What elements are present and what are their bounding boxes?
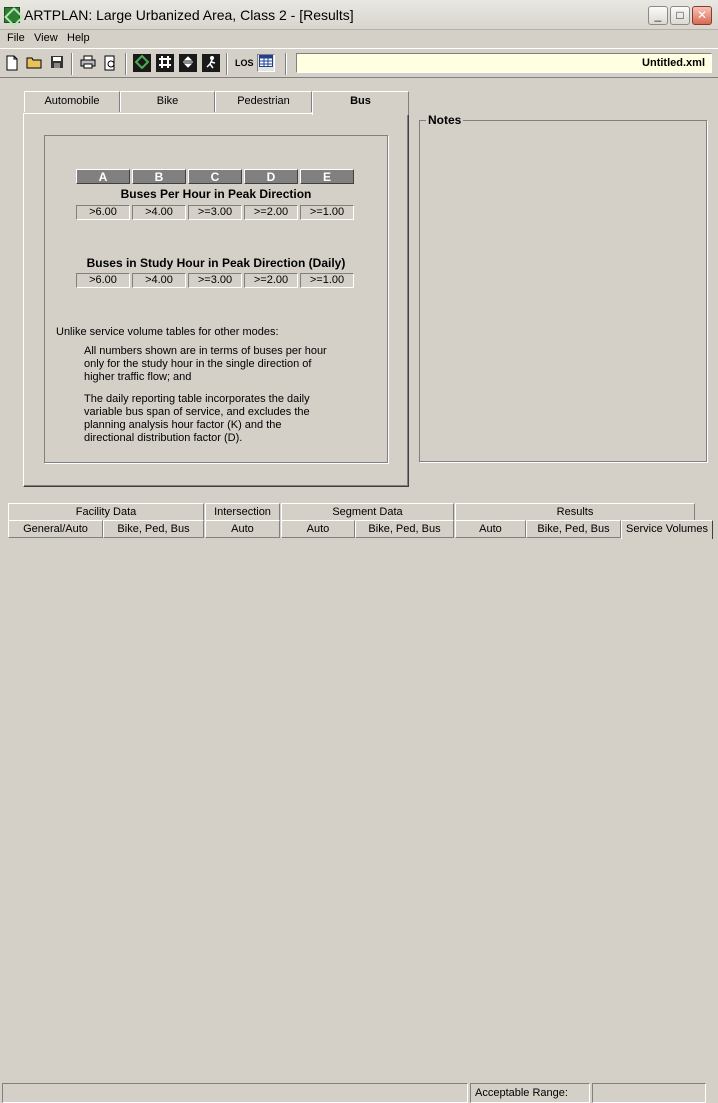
- peak-value-c: >=3.00: [188, 205, 242, 220]
- peak-direction-title: Buses Per Hour in Peak Direction: [120, 187, 312, 201]
- peak-value-b: >4.00: [132, 205, 186, 220]
- grade-e-header: E: [300, 169, 354, 184]
- print-preview-icon[interactable]: [101, 54, 119, 72]
- daily-value-a: >6.00: [76, 273, 130, 288]
- los-icon[interactable]: LOS: [234, 54, 254, 72]
- peak-value-d: >=2.00: [244, 205, 298, 220]
- window-title: ARTPLAN: Large Urbanized Area, Class 2 -…: [24, 7, 354, 23]
- daily-value-d: >=2.00: [244, 273, 298, 288]
- menu-help[interactable]: Help: [67, 32, 90, 44]
- tab-bus[interactable]: Bus: [312, 91, 409, 115]
- app-logo-icon: [4, 7, 20, 23]
- grid-b-icon[interactable]: [156, 54, 174, 72]
- bottom-tab-segment-auto[interactable]: Auto: [281, 520, 355, 538]
- daily-value-c: >=3.00: [188, 273, 242, 288]
- note-2-line-3: planning analysis hour factor (K) and th…: [84, 419, 282, 431]
- bottom-tab-general-auto[interactable]: General/Auto: [8, 520, 103, 538]
- bottom-tab-results-auto[interactable]: Auto: [455, 520, 526, 538]
- acceptable-range-label: Acceptable Range:: [470, 1083, 590, 1103]
- bottom-tab-intersection-auto[interactable]: Auto: [205, 520, 280, 538]
- toolbar-separator: [71, 53, 73, 75]
- daily-value-b: >4.00: [132, 273, 186, 288]
- note-1-line-1: All numbers shown are in terms of buses …: [84, 345, 327, 357]
- filename-field: Untitled.xml: [296, 53, 712, 73]
- note-1-line-2: only for the study hour in the single di…: [84, 358, 312, 370]
- tab-bike[interactable]: Bike: [120, 91, 215, 112]
- peak-value-a: >6.00: [76, 205, 130, 220]
- daily-value-e: >=1.00: [300, 273, 354, 288]
- grid-d-icon[interactable]: [202, 54, 220, 72]
- bottom-tab-results-bike-ped-bus[interactable]: Bike, Ped, Bus: [526, 520, 621, 538]
- grade-a-header: A: [76, 169, 130, 184]
- status-bar: Acceptable Range:: [0, 541, 718, 1103]
- bottom-tab-group-results[interactable]: Results: [455, 503, 695, 521]
- notes-panel[interactable]: [419, 120, 707, 462]
- title-bar: ARTPLAN: Large Urbanized Area, Class 2 -…: [0, 0, 718, 30]
- minimize-button[interactable]: _: [648, 6, 668, 25]
- bottom-tab-group-intersection[interactable]: Intersection: [205, 503, 280, 521]
- table-icon[interactable]: [257, 54, 275, 72]
- notes-label: Notes: [426, 113, 464, 127]
- grid-c-icon[interactable]: [179, 54, 197, 72]
- save-disk-icon[interactable]: [48, 54, 66, 72]
- print-icon[interactable]: [79, 54, 97, 72]
- note-2-line-1: The daily reporting table incorporates t…: [84, 393, 310, 405]
- bottom-tab-group-segment-data[interactable]: Segment Data: [281, 503, 454, 521]
- daily-direction-title: Buses in Study Hour in Peak Direction (D…: [86, 256, 346, 270]
- toolbar-separator: [226, 53, 228, 75]
- maximize-button[interactable]: □: [670, 6, 690, 25]
- open-folder-icon[interactable]: [25, 54, 43, 72]
- note-intro: Unlike service volume tables for other m…: [56, 326, 279, 338]
- tab-automobile[interactable]: Automobile: [24, 91, 120, 112]
- toolbar-separator: [285, 53, 287, 75]
- menu-view[interactable]: View: [34, 32, 58, 44]
- menu-bar: File View Help: [0, 30, 718, 47]
- bottom-tab-segment-bike-ped-bus[interactable]: Bike, Ped, Bus: [355, 520, 454, 538]
- acceptable-range-value: [592, 1083, 706, 1103]
- grade-d-header: D: [244, 169, 298, 184]
- grid-a-icon[interactable]: [133, 54, 151, 72]
- note-2-line-4: directional distribution factor (D).: [84, 432, 243, 444]
- toolbar-separator: [125, 53, 127, 75]
- peak-value-e: >=1.00: [300, 205, 354, 220]
- grade-b-header: B: [132, 169, 186, 184]
- bottom-tab-service-volumes[interactable]: Service Volumes: [621, 520, 713, 539]
- bottom-tab-group-facility-data[interactable]: Facility Data: [8, 503, 204, 521]
- note-1-line-3: higher traffic flow; and: [84, 371, 192, 383]
- menu-file[interactable]: File: [7, 32, 25, 44]
- new-file-icon[interactable]: [3, 54, 21, 72]
- status-pane-main: [2, 1083, 468, 1103]
- grade-c-header: C: [188, 169, 242, 184]
- tab-pedestrian[interactable]: Pedestrian: [215, 91, 312, 112]
- close-button[interactable]: ✕: [692, 6, 712, 25]
- note-2-line-2: variable bus span of service, and exclud…: [84, 406, 310, 418]
- bottom-tab-facility-bike-ped-bus[interactable]: Bike, Ped, Bus: [103, 520, 204, 538]
